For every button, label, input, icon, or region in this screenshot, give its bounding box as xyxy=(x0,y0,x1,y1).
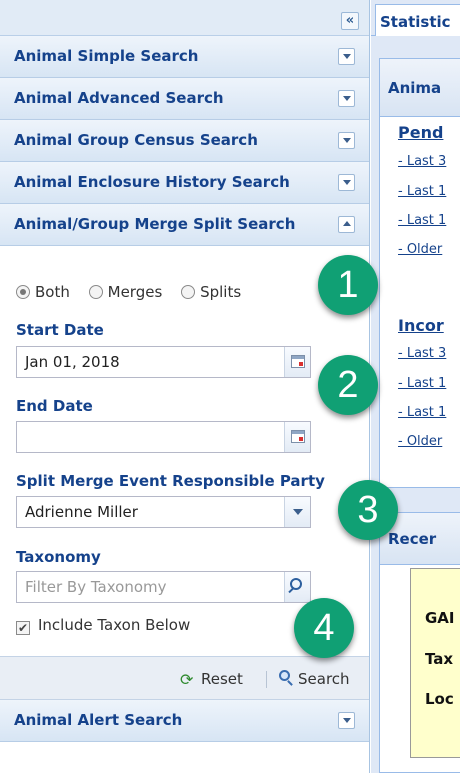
callout-4: 4 xyxy=(294,598,354,658)
accordion-label: Animal Group Census Search xyxy=(14,131,258,149)
taxonomy-label: Taxonomy xyxy=(16,548,101,566)
card-field-label: Loc xyxy=(425,690,454,708)
chevron-down-icon xyxy=(293,509,303,515)
accordion-label: Animal Alert Search xyxy=(14,711,183,729)
collapse-icon[interactable] xyxy=(338,216,355,233)
radio-label: Merges xyxy=(107,283,163,301)
accordion-animal-advanced-search[interactable]: Animal Advanced Search xyxy=(0,78,369,120)
expand-icon[interactable] xyxy=(338,174,355,191)
expand-icon[interactable] xyxy=(338,90,355,107)
tab-statistics[interactable]: Statistic xyxy=(375,4,460,36)
search-icon xyxy=(278,670,294,686)
incoming-link[interactable]: - Last 1 xyxy=(398,405,446,420)
search-button[interactable]: Search xyxy=(278,670,350,688)
responsible-party-label: Split Merge Event Responsible Party xyxy=(16,472,325,490)
radio-selected-icon[interactable] xyxy=(16,285,30,299)
radio-both[interactable]: Both xyxy=(16,283,70,301)
accordion-animal-simple-search[interactable]: Animal Simple Search xyxy=(0,36,369,78)
card-field-label: GAI xyxy=(425,609,455,627)
card-field-label: Tax xyxy=(425,650,454,668)
chevron-down-icon xyxy=(343,54,351,59)
callout-2: 2 xyxy=(318,355,378,415)
accordion-label: Animal/Group Merge Split Search xyxy=(14,215,296,233)
recent-event-card: GAI Tax Loc xyxy=(410,568,460,758)
chevron-down-icon xyxy=(343,96,351,101)
pending-link[interactable]: - Last 1 xyxy=(398,213,446,228)
accordion-animal-alert-search[interactable]: Animal Alert Search xyxy=(0,700,369,742)
merge-split-form: Both Merges Splits Start Date Jan 01, 20… xyxy=(0,246,369,648)
incoming-section-title[interactable]: Incor xyxy=(398,316,444,335)
chevron-up-icon xyxy=(343,221,351,226)
reset-label: Reset xyxy=(201,670,243,688)
search-sidebar: « Animal Simple Search Animal Advanced S… xyxy=(0,0,370,773)
start-date-picker-button[interactable] xyxy=(284,347,310,377)
main-content: Statistic Anima Pend - Last 3 - Last 1 -… xyxy=(371,0,460,773)
reset-button[interactable]: ⟳ Reset xyxy=(180,670,243,688)
radio-splits[interactable]: Splits xyxy=(181,283,241,301)
magnifier-handle xyxy=(288,586,295,594)
expand-icon[interactable] xyxy=(338,712,355,729)
incoming-link[interactable]: - Older xyxy=(398,434,442,449)
end-date-picker-button[interactable] xyxy=(284,422,310,452)
pending-section-title[interactable]: Pend xyxy=(398,123,443,142)
callout-3: 3 xyxy=(338,480,398,540)
chevron-down-icon xyxy=(343,138,351,143)
checkbox-checked-icon[interactable]: ✔ xyxy=(16,621,30,635)
collapse-sidebar-button[interactable]: « xyxy=(341,12,359,30)
calendar-icon xyxy=(291,430,305,443)
sidebar-topbar: « xyxy=(0,0,369,36)
taxonomy-placeholder: Filter By Taxonomy xyxy=(25,578,167,596)
accordion-label: Animal Advanced Search xyxy=(14,89,224,107)
accordion-animal-group-census-search[interactable]: Animal Group Census Search xyxy=(0,120,369,162)
tab-bar: Statistic xyxy=(371,0,460,36)
refresh-icon: ⟳ xyxy=(180,670,194,689)
chevron-down-icon xyxy=(343,180,351,185)
accordion-animal-enclosure-history-search[interactable]: Animal Enclosure History Search xyxy=(0,162,369,204)
expand-icon[interactable] xyxy=(338,48,355,65)
search-label: Search xyxy=(298,670,350,688)
include-taxon-below-checkbox[interactable]: ✔ Include Taxon Below xyxy=(16,616,190,635)
checkbox-label: Include Taxon Below xyxy=(38,616,191,634)
start-date-field[interactable]: Jan 01, 2018 xyxy=(16,346,311,378)
accordion-label: Animal Enclosure History Search xyxy=(14,173,290,191)
radio-label: Splits xyxy=(200,283,242,301)
taxonomy-search-button[interactable] xyxy=(284,572,310,602)
incoming-link[interactable]: - Last 3 xyxy=(398,346,446,361)
accordion-label: Animal Simple Search xyxy=(14,47,199,65)
chevron-down-icon xyxy=(343,718,351,723)
accordion-merge-split-search[interactable]: Animal/Group Merge Split Search xyxy=(0,204,369,246)
callout-1: 1 xyxy=(318,255,378,315)
responsible-party-value: Adrienne Miller xyxy=(25,503,138,521)
radio-merges[interactable]: Merges xyxy=(88,283,163,301)
end-date-field[interactable] xyxy=(16,421,311,453)
end-date-label: End Date xyxy=(16,397,93,415)
radio-unselected-icon[interactable] xyxy=(88,285,103,299)
panel-title: Anima xyxy=(380,59,460,117)
dropdown-button[interactable] xyxy=(284,497,310,527)
start-date-label: Start Date xyxy=(16,321,104,339)
taxonomy-input[interactable]: Filter By Taxonomy xyxy=(16,571,311,603)
form-footer: ⟳ Reset Search xyxy=(0,656,369,700)
radio-label: Both xyxy=(35,283,70,301)
radio-unselected-icon[interactable] xyxy=(181,285,196,299)
pending-link[interactable]: - Last 1 xyxy=(398,184,446,199)
merge-type-radio-group: Both Merges Splits xyxy=(16,283,255,301)
expand-icon[interactable] xyxy=(338,132,355,149)
start-date-value: Jan 01, 2018 xyxy=(25,353,120,371)
pending-link[interactable]: - Older xyxy=(398,242,442,257)
incoming-link[interactable]: - Last 1 xyxy=(398,376,446,391)
calendar-icon xyxy=(291,355,305,368)
pending-link[interactable]: - Last 3 xyxy=(398,154,446,169)
responsible-party-select[interactable]: Adrienne Miller xyxy=(16,496,311,528)
footer-divider xyxy=(266,671,267,688)
